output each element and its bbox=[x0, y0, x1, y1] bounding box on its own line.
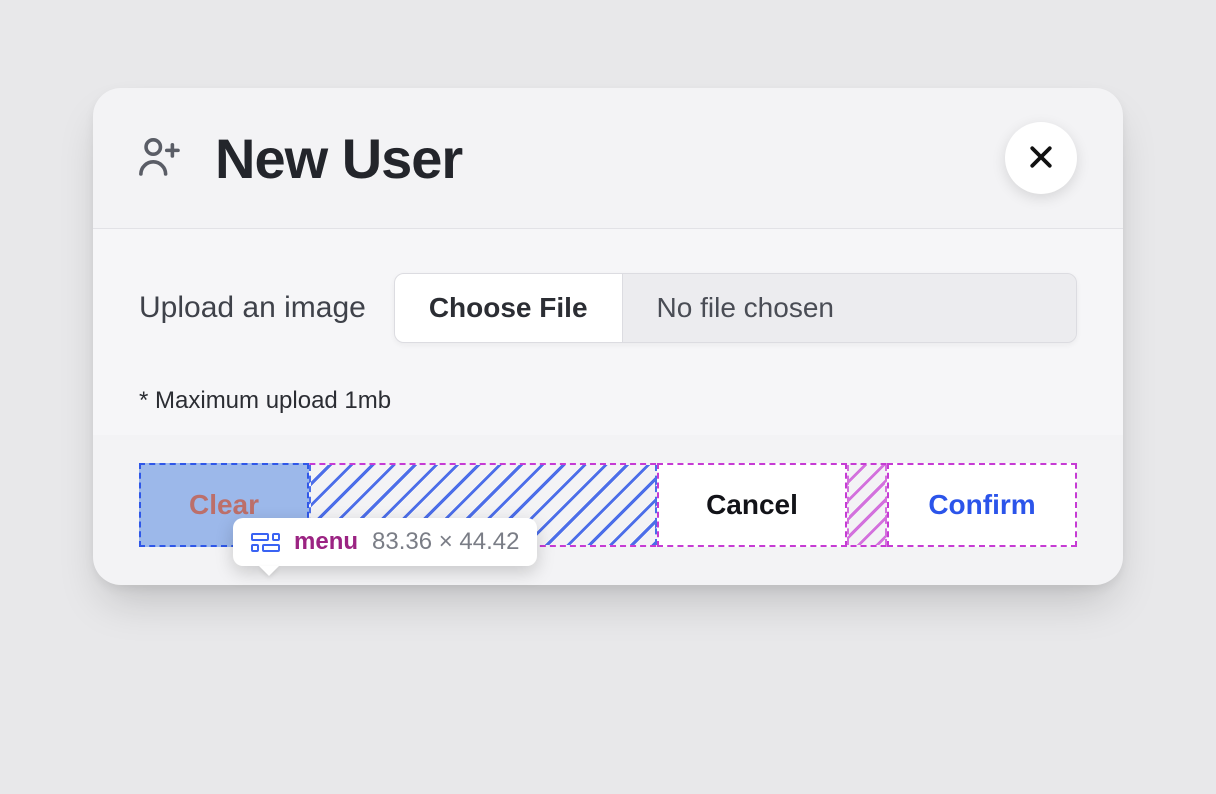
upload-row: Upload an image Choose File No file chos… bbox=[139, 273, 1077, 343]
file-status-text: No file chosen bbox=[623, 274, 1076, 342]
tooltip-dimensions: 83.36 × 44.42 bbox=[372, 528, 519, 556]
choose-file-button[interactable]: Choose File bbox=[395, 274, 623, 342]
flex-gap bbox=[847, 465, 887, 545]
cancel-button[interactable]: Cancel bbox=[657, 463, 847, 547]
user-plus-icon bbox=[133, 129, 187, 188]
close-icon bbox=[1026, 142, 1056, 175]
devtools-element-tooltip: menu 83.36 × 44.42 bbox=[233, 518, 537, 566]
modal-header: New User bbox=[93, 88, 1123, 229]
modal-title: New User bbox=[215, 126, 977, 191]
file-input-widget: Choose File No file chosen bbox=[394, 273, 1077, 343]
confirm-button[interactable]: Confirm bbox=[887, 463, 1077, 547]
upload-hint: Maximum upload 1mb bbox=[139, 387, 1077, 415]
new-user-modal: New User Upload an image Choose File No … bbox=[93, 88, 1123, 585]
upload-label: Upload an image bbox=[139, 291, 366, 325]
flex-container-icon bbox=[251, 533, 280, 552]
close-button[interactable] bbox=[1005, 122, 1077, 194]
tooltip-tag-name: menu bbox=[294, 528, 358, 556]
modal-body: Upload an image Choose File No file chos… bbox=[93, 229, 1123, 435]
